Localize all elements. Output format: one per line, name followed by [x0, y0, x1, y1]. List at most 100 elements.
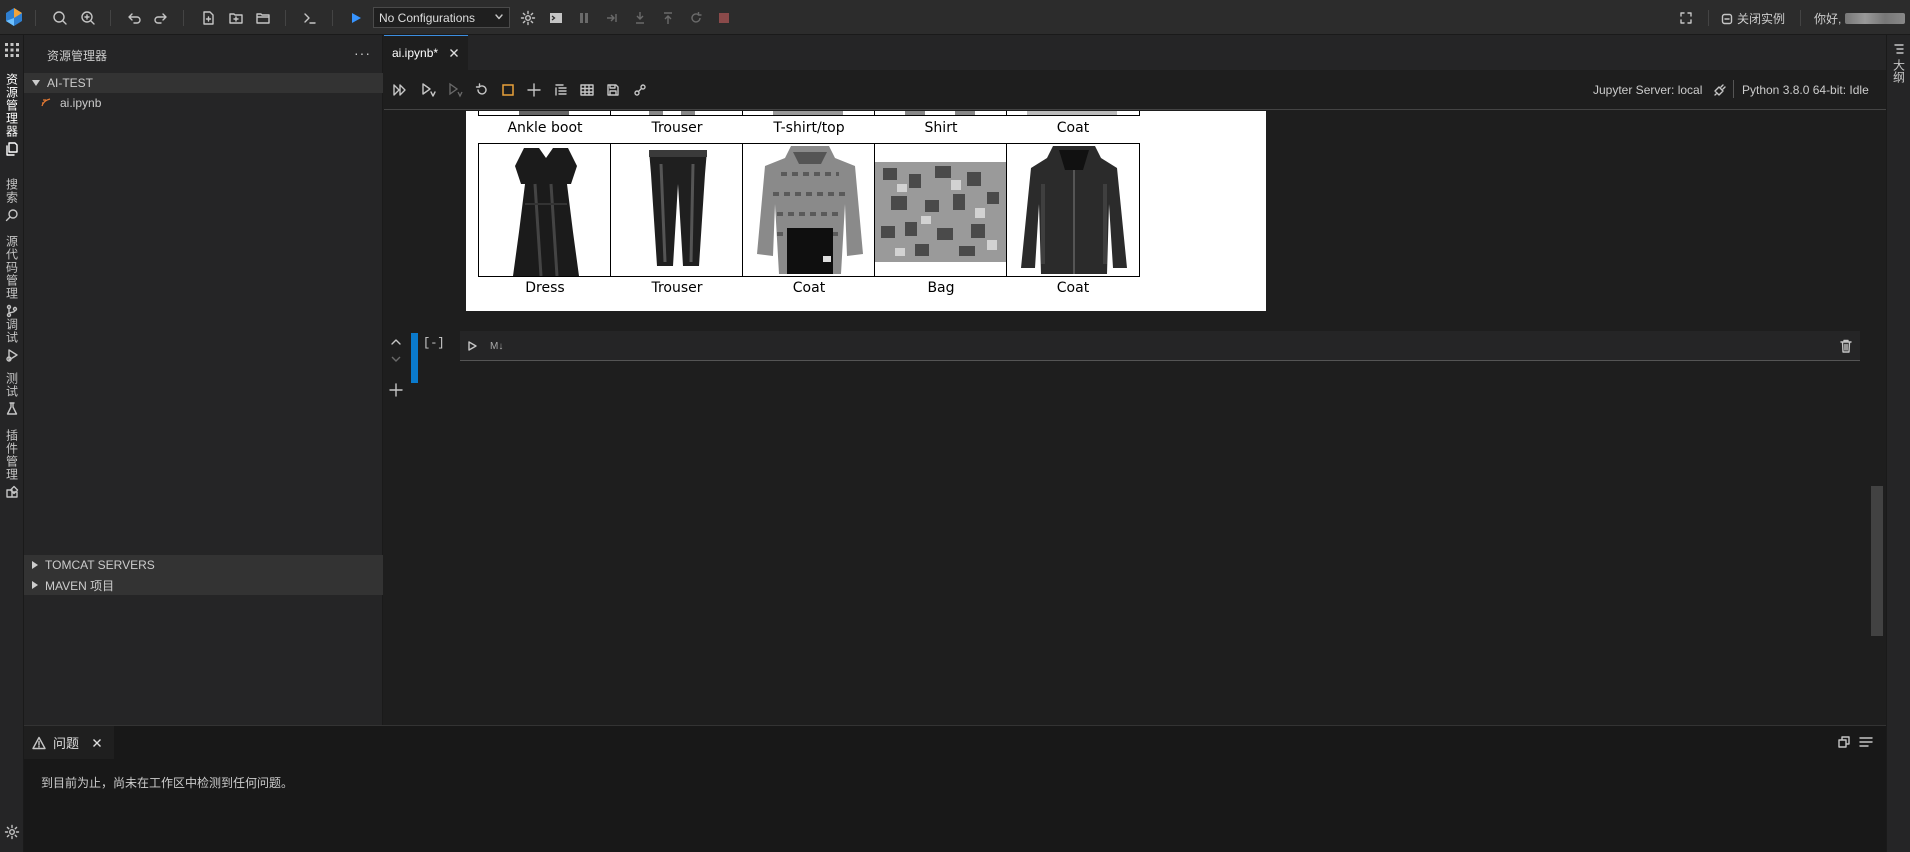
divider — [1708, 10, 1709, 26]
new-file-icon[interactable] — [198, 8, 218, 28]
section-label: TOMCAT SERVERS — [45, 558, 155, 572]
activity-search[interactable]: 搜索 — [0, 178, 24, 222]
close-icon[interactable] — [448, 47, 460, 59]
activity-explorer[interactable]: 资源管理器 — [0, 73, 24, 156]
problems-panel: 问题 到目前为止，尚未在工作区中检测到任何问题。 — [24, 725, 1886, 852]
open-folder-icon[interactable] — [253, 8, 273, 28]
file-name: ai.ipynb — [60, 96, 102, 110]
divider — [110, 10, 111, 26]
image-label: Shirt — [924, 120, 958, 136]
image-label: T-shirt/top — [773, 120, 845, 136]
image-label: Trouser — [651, 120, 703, 136]
activity-search-label: 搜索 — [4, 178, 19, 204]
tab-problems-label: 问题 — [53, 736, 80, 751]
step-over-icon[interactable] — [602, 8, 622, 28]
flask-icon — [6, 402, 18, 415]
move-cell-down-icon[interactable] — [390, 354, 402, 364]
divider — [332, 10, 333, 26]
close-instance-button[interactable]: 关闭实例 — [1721, 10, 1785, 27]
image-label: Dress — [525, 280, 565, 296]
activity-extensions[interactable]: 插件管理 — [0, 429, 24, 499]
activity-explorer-label: 资源管理器 — [4, 73, 19, 138]
run-cell-icon[interactable] — [466, 340, 478, 352]
redo-icon[interactable] — [151, 8, 171, 28]
image-label: Bag — [927, 280, 955, 296]
search-icon[interactable] — [50, 8, 70, 28]
cell-input[interactable]: M↓ — [460, 331, 1860, 361]
folder-section-ai-test[interactable]: AI-TEST — [24, 73, 383, 93]
image-tshirt — [742, 111, 876, 116]
image-label: Coat — [792, 280, 826, 296]
image-label: Trouser — [651, 280, 703, 296]
kernel-status[interactable]: Python 3.8.0 64-bit: Idle — [1742, 83, 1869, 97]
run-configuration-select[interactable]: No Configurations — [373, 7, 510, 28]
files-icon — [6, 142, 18, 156]
new-folder-icon[interactable] — [226, 8, 246, 28]
jupyter-server-status[interactable]: Jupyter Server: local — [1593, 83, 1702, 97]
activity-source-control[interactable]: 源代码管理 — [0, 235, 24, 318]
step-into-icon[interactable] — [630, 8, 650, 28]
image-shirt — [874, 111, 1008, 116]
image-trouser — [610, 111, 744, 116]
run-above-icon[interactable] — [418, 80, 438, 100]
divider — [1800, 10, 1801, 26]
user-greeting[interactable]: 你好, — [1814, 10, 1841, 27]
run-configuration-label: No Configurations — [379, 11, 476, 25]
zoom-search-icon[interactable] — [78, 8, 98, 28]
move-cell-up-icon[interactable] — [390, 337, 402, 347]
tab-problems[interactable]: 问题 — [24, 726, 114, 759]
restart-kernel-icon[interactable] — [472, 80, 492, 100]
image-coat — [742, 143, 876, 277]
add-cell-icon[interactable] — [389, 383, 403, 397]
menu-grid-icon[interactable] — [0, 42, 24, 58]
close-instance-label: 关闭实例 — [1737, 12, 1786, 26]
file-item-ai-ipynb[interactable]: ai.ipynb — [40, 96, 101, 110]
export-icon[interactable] — [630, 80, 650, 100]
undo-icon[interactable] — [124, 8, 144, 28]
editor-tab-strip: ai.ipynb* — [384, 35, 1886, 70]
run-below-icon[interactable] — [445, 80, 465, 100]
more-actions-button[interactable]: ··· — [354, 45, 371, 61]
restore-panel-icon[interactable] — [1837, 735, 1851, 749]
section-maven[interactable]: MAVEN 项目 — [24, 575, 383, 595]
cell-language-label[interactable]: M↓ — [490, 341, 503, 352]
gear-icon[interactable] — [518, 8, 538, 28]
terminal-icon[interactable] — [300, 8, 320, 28]
close-icon[interactable] — [91, 737, 103, 749]
problems-message: 到目前为止，尚未在工作区中检测到任何问题。 — [41, 776, 294, 790]
debug-console-icon[interactable] — [546, 8, 566, 28]
section-tomcat-servers[interactable]: TOMCAT SERVERS — [24, 555, 383, 575]
tab-label: ai.ipynb* — [392, 46, 439, 60]
pause-icon[interactable] — [574, 8, 594, 28]
right-activity-bar: 大纲 — [1886, 35, 1910, 852]
settings-gear-icon[interactable] — [0, 824, 24, 840]
run-icon[interactable] — [346, 8, 366, 28]
image-label: Ankle boot — [507, 120, 583, 136]
chevron-down-icon — [494, 12, 504, 22]
tab-ai-ipynb[interactable]: ai.ipynb* — [384, 35, 468, 70]
activity-test[interactable]: 测试 — [0, 372, 24, 416]
plug-icon[interactable] — [1714, 84, 1726, 96]
interrupt-kernel-icon[interactable] — [498, 80, 518, 100]
folder-name: AI-TEST — [47, 76, 94, 90]
restart-icon[interactable] — [686, 8, 706, 28]
clear-outputs-icon[interactable] — [551, 80, 571, 100]
cell-execution-count: [-] — [423, 336, 445, 350]
stop-icon[interactable] — [714, 8, 734, 28]
chevron-right-icon — [32, 561, 38, 569]
editor-scrollbar[interactable] — [1871, 486, 1883, 636]
delete-cell-icon[interactable] — [1840, 339, 1852, 353]
save-icon[interactable] — [603, 80, 623, 100]
activity-debug-label: 调试 — [4, 318, 19, 344]
activity-debug[interactable]: 调试 — [0, 318, 24, 362]
add-cell-icon[interactable] — [524, 80, 544, 100]
activity-bar: 资源管理器 搜索 源代码管理 调试 测试 插件管理 — [0, 35, 24, 852]
variables-icon[interactable] — [577, 80, 597, 100]
cell-output-image: Ankle boot Trouser T-shirt/top Shirt Coa… — [466, 111, 1266, 311]
outline-tab[interactable]: 大纲 — [1887, 43, 1910, 83]
fullscreen-icon[interactable] — [1676, 8, 1696, 28]
run-all-icon[interactable] — [390, 80, 410, 100]
panel-menu-icon[interactable] — [1859, 735, 1873, 749]
chevron-down-icon — [32, 80, 40, 86]
step-out-icon[interactable] — [658, 8, 678, 28]
